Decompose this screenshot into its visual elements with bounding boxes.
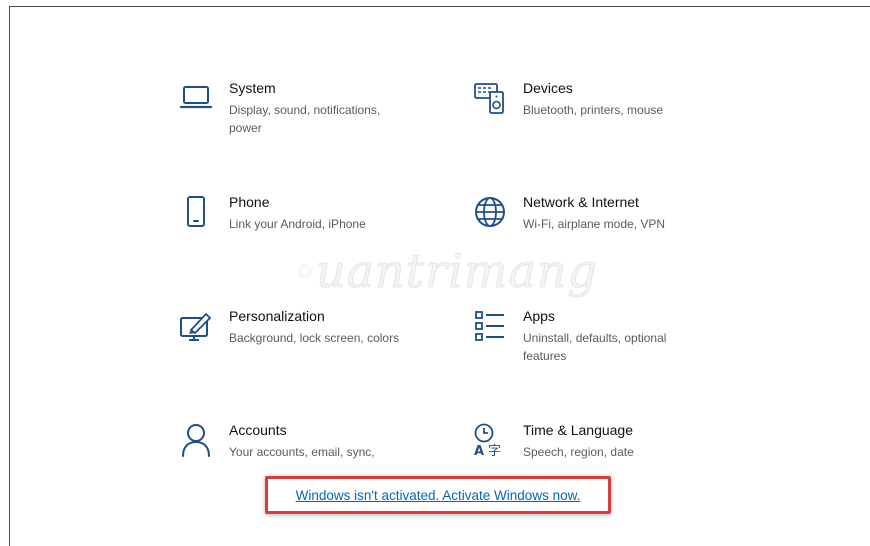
svg-text:A: A <box>474 444 484 458</box>
tile-title: Phone <box>229 194 270 210</box>
activation-highlight-box: Windows isn't activated. Activate Window… <box>265 476 611 514</box>
person-icon <box>178 422 214 458</box>
tile-title: System <box>229 80 276 96</box>
tile-title: Personalization <box>229 308 325 324</box>
phone-icon <box>178 194 214 230</box>
laptop-icon <box>178 80 214 116</box>
tile-description: Bluetooth, printers, mouse <box>523 103 664 117</box>
tile-description: Background, lock screen, colors <box>229 331 400 345</box>
time-language-icon: A字 <box>472 422 508 458</box>
tile-description: Uninstall, defaults, optional features <box>523 331 667 363</box>
tile-title: Time & Language <box>523 422 633 438</box>
tile-description: Your accounts, email, sync, <box>229 445 375 459</box>
tile-title: Accounts <box>229 422 287 438</box>
svg-text:字: 字 <box>488 444 501 458</box>
tile-title: Apps <box>523 308 555 324</box>
tile-description: Wi-Fi, airplane mode, VPN <box>523 217 666 231</box>
globe-icon <box>472 194 508 230</box>
settings-window-frame <box>9 6 870 546</box>
tile-title: Devices <box>523 80 573 96</box>
tile-description: Speech, region, date <box>523 445 634 459</box>
activate-windows-link[interactable]: Windows isn't activated. Activate Window… <box>296 488 581 503</box>
tile-description: Display, sound, notifications, power <box>229 103 381 135</box>
personalization-icon <box>178 308 214 344</box>
apps-list-icon <box>472 308 508 344</box>
tile-title: Network & Internet <box>523 194 639 210</box>
tile-description: Link your Android, iPhone <box>229 217 366 231</box>
devices-icon <box>472 80 508 116</box>
